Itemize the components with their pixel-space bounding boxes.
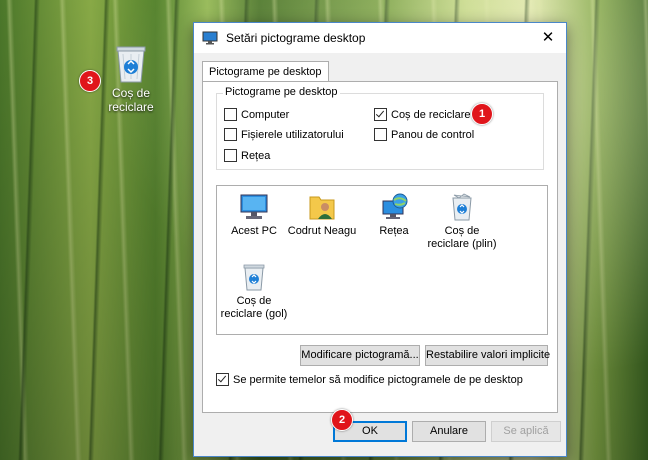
allow-themes-checkbox[interactable]: Se permite temelor să modifice pictogram…: [216, 373, 523, 386]
icon-item-label-line2: reciclare (gol): [220, 308, 288, 320]
checkbox-box: [224, 149, 237, 162]
icon-item-this-pc[interactable]: Acest PC: [217, 192, 291, 238]
tab-panel: Pictograme pe desktop Computer Coș de re…: [202, 81, 558, 413]
cancel-button[interactable]: Anulare: [412, 421, 486, 442]
icon-item-recycle-bin-empty[interactable]: Coș de reciclare (gol): [217, 262, 291, 321]
icon-list: Acest PC Codrut Neagu Rețea Coș de recic…: [216, 185, 548, 335]
icon-item-network[interactable]: Rețea: [357, 192, 431, 238]
checkbox-box: [374, 108, 387, 121]
checkbox-box: [224, 128, 237, 141]
checkbox-label: Rețea: [241, 149, 271, 162]
icon-item-label: Codrut Neagu: [287, 225, 357, 237]
user-folder-icon: [309, 196, 335, 220]
icon-item-recycle-bin-full[interactable]: Coș de reciclare (plin): [425, 192, 499, 251]
icon-item-label-line2: reciclare (plin): [427, 238, 497, 250]
allow-themes-label: Se permite temelor să modifice pictogram…: [233, 373, 523, 386]
checkbox-label: Panou de control: [391, 128, 475, 141]
checkbox-label: Coș de reciclare: [391, 108, 471, 121]
icon-item-label-line1: Coș de: [444, 225, 480, 237]
recycle-bin-full-icon: [452, 193, 472, 221]
checkbox-computer[interactable]: Computer: [224, 108, 289, 121]
monitor-icon: [202, 31, 218, 45]
checkbox-recycle-bin[interactable]: Coș de reciclare: [374, 108, 470, 121]
desktop-recycle-bin-label-line2: reciclare: [108, 100, 154, 114]
icon-item-label: Rețea: [379, 225, 409, 237]
desktop-icon-settings-dialog: Setări pictograme desktop ✕ Pictograme p…: [193, 22, 567, 457]
tab-desktop-icons[interactable]: Pictograme pe desktop: [202, 61, 329, 82]
step-badge-1: 1: [471, 103, 493, 125]
checkbox-box: [374, 128, 387, 141]
checkbox-box: [224, 108, 237, 121]
computer-icon: [240, 194, 268, 219]
dialog-titlebar: Setări pictograme desktop ✕: [194, 23, 566, 53]
apply-button[interactable]: Se aplică: [491, 421, 561, 442]
step-badge-2: 2: [331, 409, 353, 431]
checkbox-network[interactable]: Rețea: [224, 149, 270, 162]
step-badge-3: 3: [79, 70, 101, 92]
desktop-recycle-bin[interactable]: Coș de reciclare: [98, 42, 164, 114]
close-icon: ✕: [541, 29, 555, 46]
checkbox-user-files[interactable]: Fișierele utilizatorului: [224, 128, 344, 141]
desktop-recycle-bin-label-line1: Coș de: [111, 86, 151, 100]
recycle-bin-icon: [116, 46, 146, 83]
close-button[interactable]: ✕: [530, 23, 566, 53]
checkbox-label: Fișierele utilizatorului: [241, 128, 344, 141]
icon-item-label-line1: Coș de: [236, 295, 272, 307]
checkbox-box: [216, 373, 229, 386]
restore-default-button[interactable]: Restabilire valori implicite: [425, 345, 550, 366]
change-icon-button[interactable]: Modificare pictogramă...: [300, 345, 420, 366]
recycle-bin-empty-icon: [243, 264, 265, 291]
checkbox-control-panel[interactable]: Panou de control: [374, 128, 474, 141]
icon-item-label: Acest PC: [231, 225, 277, 237]
network-icon: [382, 193, 408, 219]
group-title: Pictograme pe desktop: [223, 86, 340, 98]
dialog-title: Setări pictograme desktop: [226, 31, 366, 45]
checkbox-label: Computer: [241, 108, 290, 121]
desktop-icons-group: Pictograme pe desktop Computer Coș de re…: [216, 86, 544, 170]
icon-item-user[interactable]: Codrut Neagu: [285, 192, 359, 238]
